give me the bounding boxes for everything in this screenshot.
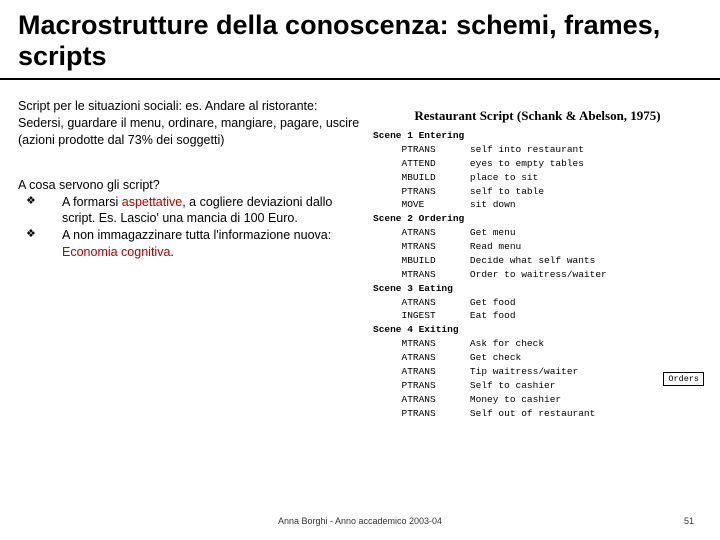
bullet-2-text: A non immagazzinare tutta l'informazione… [62,227,363,261]
scene-4-line: ATRANS Get check [373,352,702,364]
paragraph-purpose: A cosa servono gli script? ❖ A formarsi … [18,177,363,261]
scene-2-line: MBUILD Decide what self wants [373,255,702,267]
orders-box: Orders [663,372,704,386]
right-column: Restaurant Script (Schank & Abelson, 197… [363,98,702,421]
scene-2-line: MTRANS Order to waitress/waiter [373,269,702,281]
scene-4-line: PTRANS Self out of restaurant [373,408,702,420]
slide-title: Macrostrutture della conoscenza: schemi,… [0,0,720,80]
scene-4-line: MTRANS Ask for check [373,338,702,350]
scene-3-line: INGEST Eat food [373,310,702,322]
scene-1-title: Scene 1 Entering [373,130,702,142]
bullet-diamond-icon: ❖ [26,227,62,242]
bullet-diamond-icon: ❖ [26,194,62,209]
scene-3-title: Scene 3 Eating [373,283,702,295]
scene-4-line: ATRANS Money to cashier [373,394,702,406]
p1-line2: Sedersi, guardare il menu, ordinare, man… [18,115,363,149]
b2-post: . [170,245,173,259]
scene-4-line: PTRANS Self to cashier [373,380,702,392]
scene-1-line: MOVE sit down [373,199,702,211]
scene-1-line: PTRANS self into restaurant [373,144,702,156]
footer-author: Anna Borghi - Anno accademico 2003-04 [0,516,720,526]
content-area: Script per le situazioni sociali: es. An… [0,98,720,421]
b2-pre: A non immagazzinare tutta l'informazione… [62,228,331,242]
scene-2-line: ATRANS Get menu [373,227,702,239]
scene-1-line: ATTEND eyes to empty tables [373,158,702,170]
scene-2-line: MTRANS Read menu [373,241,702,253]
scene-3-line: ATRANS Get food [373,297,702,309]
page-number: 51 [684,516,694,526]
bullet-1-text: A formarsi aspettative, a cogliere devia… [62,194,363,228]
scene-4-title: Scene 4 Exiting [373,324,702,336]
bullet-1: ❖ A formarsi aspettative, a cogliere dev… [18,194,363,228]
scene-1-line: MBUILD place to sit [373,172,702,184]
left-column: Script per le situazioni sociali: es. An… [18,98,363,421]
b1-pre: A formarsi [62,195,122,209]
p1-line1: Script per le situazioni sociali: es. An… [18,98,363,115]
scene-1-line: PTRANS self to table [373,186,702,198]
paragraph-script-def: Script per le situazioni sociali: es. An… [18,98,363,149]
scene-2-title: Scene 2 Ordering [373,213,702,225]
b2-highlight: Economia cognitiva [62,245,170,259]
b1-highlight: aspettative [122,195,182,209]
footer: Anna Borghi - Anno accademico 2003-04 51 [0,516,720,526]
question: A cosa servono gli script? [18,177,363,194]
restaurant-script-title: Restaurant Script (Schank & Abelson, 197… [373,108,702,124]
bullet-2: ❖ A non immagazzinare tutta l'informazio… [18,227,363,261]
scene-4-line: ATRANS Tip waitress/waiter [373,366,702,378]
